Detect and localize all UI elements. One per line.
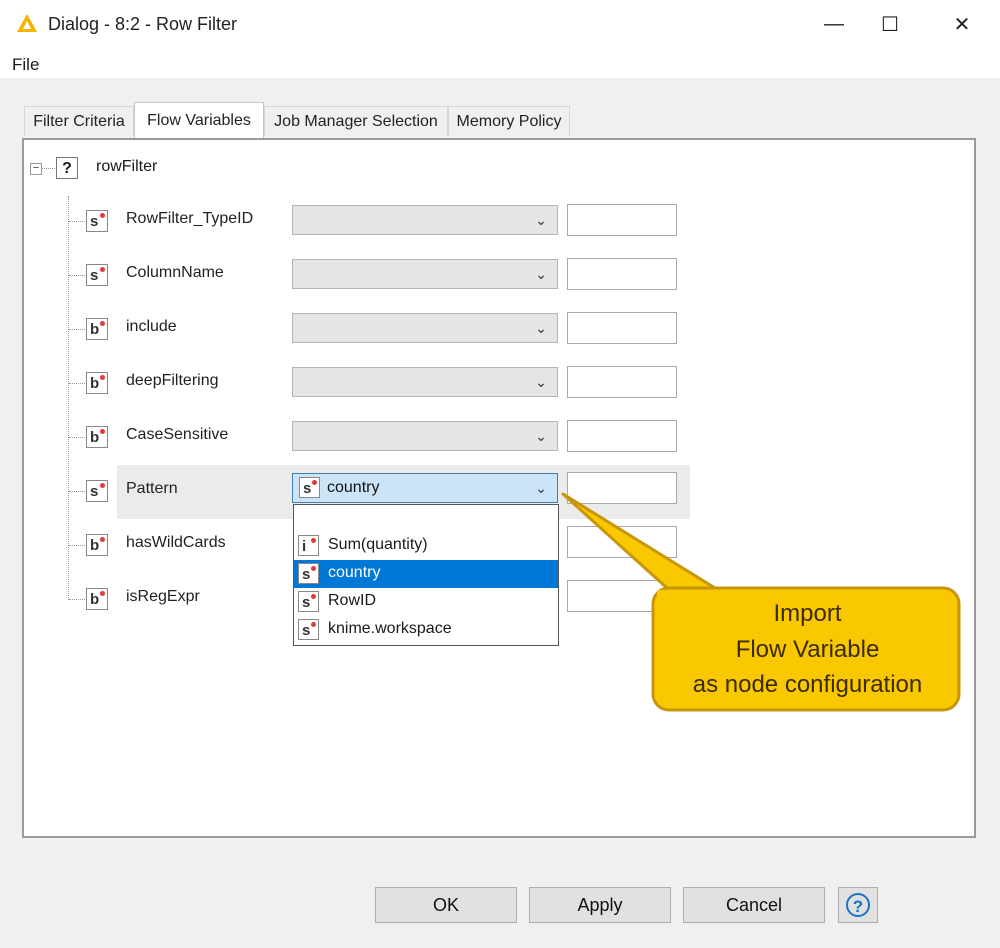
boolean-variable-icon: b bbox=[86, 588, 108, 610]
variable-dropdown-list: i Sum(quantity) s country s RowID s knim… bbox=[293, 504, 559, 646]
cancel-button[interactable]: Cancel bbox=[683, 887, 825, 923]
setting-label-casesensitive: CaseSensitive bbox=[126, 426, 229, 443]
maximize-button[interactable]: ☐ bbox=[862, 0, 918, 48]
chevron-down-icon: ⌄ bbox=[535, 374, 547, 390]
variable-select-casesensitive[interactable]: ⌄ bbox=[292, 421, 558, 451]
variable-select-pattern[interactable]: s country ⌄ bbox=[292, 473, 558, 503]
close-icon: ✕ bbox=[953, 13, 971, 36]
tree-connector bbox=[69, 221, 85, 222]
tree-connector bbox=[69, 383, 85, 384]
chevron-down-icon: ⌄ bbox=[535, 320, 547, 336]
integer-variable-icon: i bbox=[298, 535, 319, 556]
export-variable-field-columnname[interactable] bbox=[567, 258, 677, 290]
ok-button[interactable]: OK bbox=[375, 887, 517, 923]
collapse-icon[interactable]: − bbox=[30, 163, 42, 175]
knime-warning-icon bbox=[17, 14, 37, 32]
tab-filter-criteria[interactable]: Filter Criteria bbox=[24, 106, 134, 136]
tree-root-label: rowFilter bbox=[96, 158, 158, 175]
export-variable-field-include[interactable] bbox=[567, 312, 677, 344]
dropdown-option-country[interactable]: s country bbox=[294, 560, 558, 588]
close-button[interactable]: ✕ bbox=[934, 0, 990, 48]
tree-connector bbox=[69, 329, 85, 330]
tree-connector bbox=[68, 196, 69, 600]
setting-label-include: include bbox=[126, 318, 177, 335]
chevron-down-icon: ⌄ bbox=[535, 212, 547, 228]
tree-connector bbox=[69, 275, 85, 276]
export-variable-field-casesensitive[interactable] bbox=[567, 420, 677, 452]
boolean-variable-icon: b bbox=[86, 426, 108, 448]
export-variable-field-rowfilter-typeid[interactable] bbox=[567, 204, 677, 236]
tab-flow-variables[interactable]: Flow Variables bbox=[134, 102, 264, 138]
string-variable-icon: s bbox=[299, 477, 320, 498]
minimize-icon: — bbox=[824, 12, 844, 35]
variable-select-columnname[interactable]: ⌄ bbox=[292, 259, 558, 289]
dropdown-option-rowid[interactable]: s RowID bbox=[294, 588, 558, 616]
chevron-down-icon: ⌄ bbox=[535, 428, 547, 444]
help-icon: ? bbox=[846, 893, 870, 917]
tab-memory-policy[interactable]: Memory Policy bbox=[448, 106, 570, 136]
string-variable-icon: s bbox=[298, 591, 319, 612]
menu-file[interactable]: File bbox=[12, 55, 39, 75]
tree-connector bbox=[69, 545, 85, 546]
dropdown-option-knime-workspace[interactable]: s knime.workspace bbox=[294, 616, 558, 644]
callout-line-1: Import bbox=[773, 600, 842, 627]
tree-connector bbox=[69, 599, 85, 600]
tree-connector bbox=[41, 168, 55, 169]
string-variable-icon: s bbox=[86, 210, 108, 232]
help-button[interactable]: ? bbox=[838, 887, 878, 923]
boolean-variable-icon: b bbox=[86, 318, 108, 340]
boolean-variable-icon: b bbox=[86, 534, 108, 556]
callout-line-3: as node configuration bbox=[692, 671, 923, 698]
setting-label-isregexpr: isRegExpr bbox=[126, 588, 200, 605]
variable-select-rowfilter-typeid[interactable]: ⌄ bbox=[292, 205, 558, 235]
minimize-button[interactable]: — bbox=[806, 0, 862, 48]
tab-job-manager-selection[interactable]: Job Manager Selection bbox=[264, 106, 448, 136]
window-title: Dialog - 8:2 - Row Filter bbox=[48, 14, 238, 34]
chevron-down-icon: ⌄ bbox=[535, 480, 547, 496]
maximize-icon: ☐ bbox=[881, 13, 899, 36]
callout-line-2: Flow Variable bbox=[735, 636, 880, 663]
string-variable-icon: s bbox=[86, 480, 108, 502]
setting-label-pattern: Pattern bbox=[126, 480, 178, 497]
variable-select-deepfiltering[interactable]: ⌄ bbox=[292, 367, 558, 397]
tree-connector bbox=[69, 437, 85, 438]
string-variable-icon: s bbox=[86, 264, 108, 286]
variable-select-include[interactable]: ⌄ bbox=[292, 313, 558, 343]
setting-label-rowfilter-typeid: RowFilter_TypeID bbox=[126, 210, 254, 227]
setting-label-haswildcards: hasWildCards bbox=[126, 534, 226, 551]
apply-button[interactable]: Apply bbox=[529, 887, 671, 923]
config-root-icon: ? bbox=[56, 157, 78, 179]
setting-label-columnname: ColumnName bbox=[126, 264, 224, 281]
string-variable-icon: s bbox=[298, 619, 319, 640]
chevron-down-icon: ⌄ bbox=[535, 266, 547, 282]
selected-variable: country bbox=[327, 479, 380, 496]
string-variable-icon: s bbox=[298, 563, 319, 584]
menu-bar bbox=[0, 48, 1000, 78]
setting-label-deepfiltering: deepFiltering bbox=[126, 372, 219, 389]
boolean-variable-icon: b bbox=[86, 372, 108, 394]
dropdown-option-empty[interactable] bbox=[294, 507, 558, 535]
dropdown-option-sum-quantity[interactable]: i Sum(quantity) bbox=[294, 532, 558, 560]
tree-connector bbox=[69, 491, 85, 492]
export-variable-field-deepfiltering[interactable] bbox=[567, 366, 677, 398]
